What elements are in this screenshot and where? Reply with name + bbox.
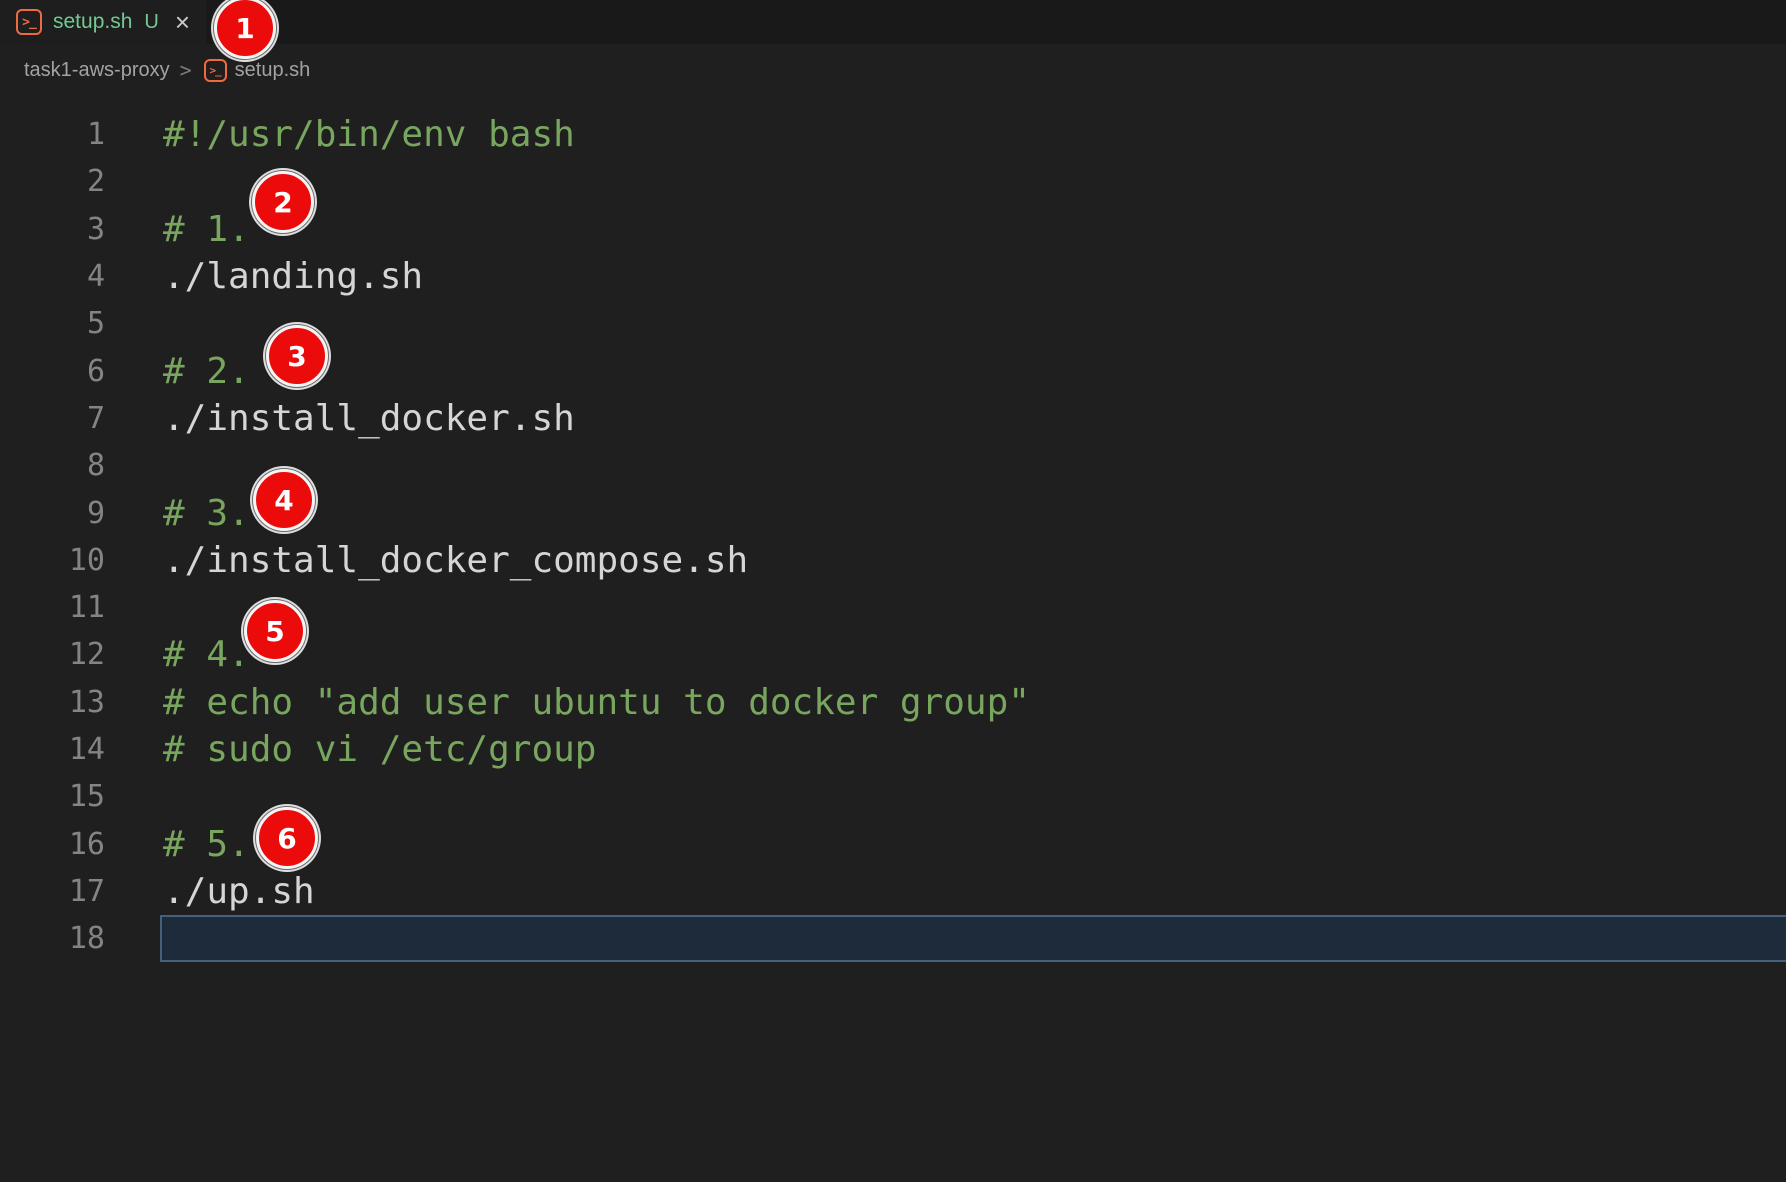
line-number: 4	[0, 259, 105, 294]
line-number: 16	[0, 827, 105, 862]
line-number: 2	[0, 164, 105, 199]
git-status-badge: U	[144, 11, 158, 34]
tab-close-icon[interactable]: ×	[175, 9, 190, 35]
som-mark-1: 1	[214, 0, 276, 59]
line-number: 10	[0, 543, 105, 578]
som-mark-3: 3	[266, 325, 328, 387]
code-text: ./install_docker.sh	[163, 398, 575, 439]
code-line[interactable]: 1 #!/usr/bin/env bash	[0, 111, 1786, 158]
chevron-right-icon: >	[180, 58, 192, 82]
code-text: # echo "add user ubuntu to docker group"	[163, 682, 1030, 723]
code-text: # 5.	[163, 824, 250, 865]
breadcrumb: task1-aws-proxy > >_ setup.sh	[24, 50, 310, 90]
code-line[interactable]: 7 ./install_docker.sh	[0, 395, 1786, 442]
current-line-highlight	[160, 915, 1786, 962]
code-line[interactable]: 10 ./install_docker_compose.sh	[0, 537, 1786, 584]
code-text: # 1.	[163, 209, 250, 250]
line-number: 15	[0, 779, 105, 814]
som-mark-4: 4	[253, 469, 315, 531]
line-number: 5	[0, 306, 105, 341]
line-number: 11	[0, 590, 105, 625]
breadcrumb-file[interactable]: setup.sh	[235, 59, 311, 82]
code-line[interactable]: 13 # echo "add user ubuntu to docker grou…	[0, 679, 1786, 726]
breadcrumb-folder[interactable]: task1-aws-proxy	[24, 59, 170, 82]
code-text: # sudo vi /etc/group	[163, 729, 596, 770]
line-number: 7	[0, 401, 105, 436]
code-text: ./landing.sh	[163, 256, 423, 297]
code-line[interactable]: 17 ./up.sh	[0, 868, 1786, 915]
code-text: ./install_docker_compose.sh	[163, 540, 748, 581]
code-text: ./up.sh	[163, 871, 315, 912]
code-text: # 2.	[163, 351, 250, 392]
som-mark-5: 5	[244, 600, 306, 662]
line-number: 12	[0, 637, 105, 672]
line-number: 9	[0, 496, 105, 531]
line-number: 1	[0, 117, 105, 152]
som-mark-6: 6	[256, 807, 318, 869]
line-number: 18	[0, 921, 105, 956]
som-mark-2: 2	[252, 171, 314, 233]
shell-terminal-icon: >_	[204, 59, 227, 82]
line-number: 3	[0, 212, 105, 247]
line-number: 13	[0, 685, 105, 720]
code-line[interactable]: 5	[0, 300, 1786, 347]
tab-label: setup.sh	[53, 10, 132, 34]
line-number: 6	[0, 354, 105, 389]
code-line[interactable]: 4 ./landing.sh	[0, 253, 1786, 300]
code-text: # 3.	[163, 493, 250, 534]
line-number: 17	[0, 874, 105, 909]
shell-terminal-icon: >_	[16, 9, 42, 35]
code-text: #!/usr/bin/env bash	[163, 114, 575, 155]
code-line[interactable]: 14 # sudo vi /etc/group	[0, 726, 1786, 773]
tab-setup-sh[interactable]: >_ setup.sh U ×	[0, 0, 206, 44]
line-number: 8	[0, 448, 105, 483]
line-number: 14	[0, 732, 105, 767]
code-line[interactable]: 18	[0, 915, 1786, 962]
code-text: # 4.	[163, 634, 250, 675]
